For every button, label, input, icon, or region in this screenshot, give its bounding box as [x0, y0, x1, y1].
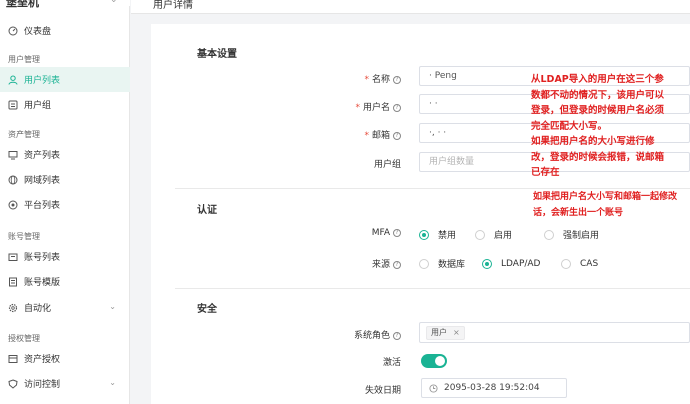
template-icon: [8, 277, 18, 287]
sidebar-group-label: 资产管理: [8, 130, 40, 139]
question-icon: ?: [393, 132, 401, 140]
close-icon[interactable]: ×: [453, 327, 460, 339]
source-label: 来源?: [151, 257, 401, 270]
sidebar-item-dashboard[interactable]: 仪表盘: [0, 18, 130, 43]
section-title-basic: 基本设置: [197, 49, 237, 60]
platform-icon: [8, 200, 18, 210]
group-label: 用户组: [373, 160, 401, 170]
sidebar-item-platform-list[interactable]: 平台列表: [0, 192, 130, 217]
key-icon: [8, 354, 18, 364]
sidebar: 堡垒机 ⌄ 仪表盘 用户管理 用户列表 用户组 资产管理 资产列表 网域列表 平…: [0, 0, 130, 404]
page-title: 用户详情: [153, 0, 193, 11]
sidebar-item-user-group[interactable]: 用户组: [0, 92, 130, 117]
question-icon: ?: [393, 229, 401, 237]
mfa-label: MFA?: [151, 228, 401, 238]
sidebar-item-label: 用户组: [24, 101, 52, 111]
mfa-radio-group: 禁用 启用 强制启用: [419, 228, 599, 241]
sidebar-item-label: 资产列表: [24, 151, 61, 161]
brand-title: 堡垒机: [6, 0, 39, 9]
active-toggle[interactable]: [421, 354, 447, 368]
question-icon: ?: [393, 332, 401, 340]
clock-icon: [429, 384, 438, 393]
divider: [175, 188, 690, 189]
sidebar-group-label: 账号管理: [8, 232, 40, 241]
id-card-icon: [8, 252, 18, 262]
question-icon: ?: [393, 76, 401, 84]
sidebar-item-label: 自动化: [24, 304, 52, 314]
sidebar-item-access-control[interactable]: 访问控制 ⌄: [0, 371, 130, 396]
source-radio-group: 数据库 LDAP/AD CAS: [419, 257, 598, 270]
sidebar-item-user-list[interactable]: 用户列表: [0, 67, 130, 92]
section-title-auth: 认证: [197, 205, 217, 216]
question-icon: ?: [393, 261, 401, 269]
name-label: * 名称?: [151, 72, 401, 85]
role-label: 系统角色?: [151, 328, 401, 341]
expire-label: 失效日期: [364, 386, 401, 396]
sidebar-group-label: 用户管理: [8, 55, 40, 64]
sidebar-item-label: 用户列表: [24, 76, 61, 86]
expire-date-input[interactable]: 2095-03-28 19:52:04: [421, 378, 567, 398]
sidebar-item-label: 仪表盘: [24, 27, 52, 37]
user-icon: [8, 75, 18, 85]
mfa-option-disable[interactable]: 禁用: [419, 228, 475, 241]
top-bar: 用户详情: [131, 0, 690, 14]
source-option-database[interactable]: 数据库: [419, 257, 482, 270]
sidebar-item-automation[interactable]: 自动化 ⌄: [0, 295, 130, 320]
monitor-icon: [8, 150, 18, 160]
mfa-option-force[interactable]: 强制启用: [544, 228, 599, 241]
sidebar-item-account-template[interactable]: 账号模版: [0, 269, 130, 294]
shield-icon: [8, 378, 18, 389]
sidebar-item-label: 账号列表: [24, 253, 61, 263]
source-option-cas[interactable]: CAS: [561, 258, 598, 269]
section-title-security: 安全: [197, 304, 217, 315]
sidebar-item-label: 访问控制: [24, 380, 61, 390]
brand: 堡垒机 ⌄: [0, 0, 130, 9]
chevron-down-icon: ⌄: [109, 302, 116, 311]
sidebar-item-asset-permission[interactable]: 资产授权: [0, 346, 130, 371]
role-tag: 用户 ×: [426, 326, 465, 340]
chevron-down-icon: ⌄: [109, 378, 116, 387]
sidebar-item-label: 账号模版: [24, 278, 61, 288]
chevron-down-icon[interactable]: ⌄: [110, 0, 118, 5]
username-label: * 用户名?: [151, 100, 401, 113]
sidebar-item-domain-list[interactable]: 网域列表: [0, 167, 130, 192]
users-icon: [8, 100, 18, 110]
annotation-note: 从LDAP导入的用户在这三个参 数都不动的情况下，该用户可以 登录，但登录的时候…: [531, 74, 665, 178]
annotation-note-2: 如果把用户名大小写和邮箱一起修改 话，会新生出一个账号: [533, 192, 678, 218]
sidebar-item-label: 平台列表: [24, 201, 61, 211]
active-label: 激活: [382, 358, 401, 368]
sidebar-item-label: 网域列表: [24, 176, 61, 186]
source-option-ldap[interactable]: LDAP/AD: [482, 258, 561, 269]
email-label: * 邮箱?: [151, 128, 401, 141]
mfa-option-enable[interactable]: 启用: [475, 228, 544, 241]
sidebar-group-label: 授权管理: [8, 334, 40, 343]
role-select[interactable]: 用户 ×: [419, 322, 690, 343]
divider: [175, 288, 690, 289]
sidebar-item-account-list[interactable]: 账号列表: [0, 244, 130, 269]
question-icon: ?: [393, 104, 401, 112]
gear-icon: [8, 303, 18, 313]
gauge-icon: [8, 26, 18, 36]
sidebar-item-label: 资产授权: [24, 355, 61, 365]
globe-icon: [8, 175, 18, 185]
sidebar-item-asset-list[interactable]: 资产列表: [0, 142, 130, 167]
